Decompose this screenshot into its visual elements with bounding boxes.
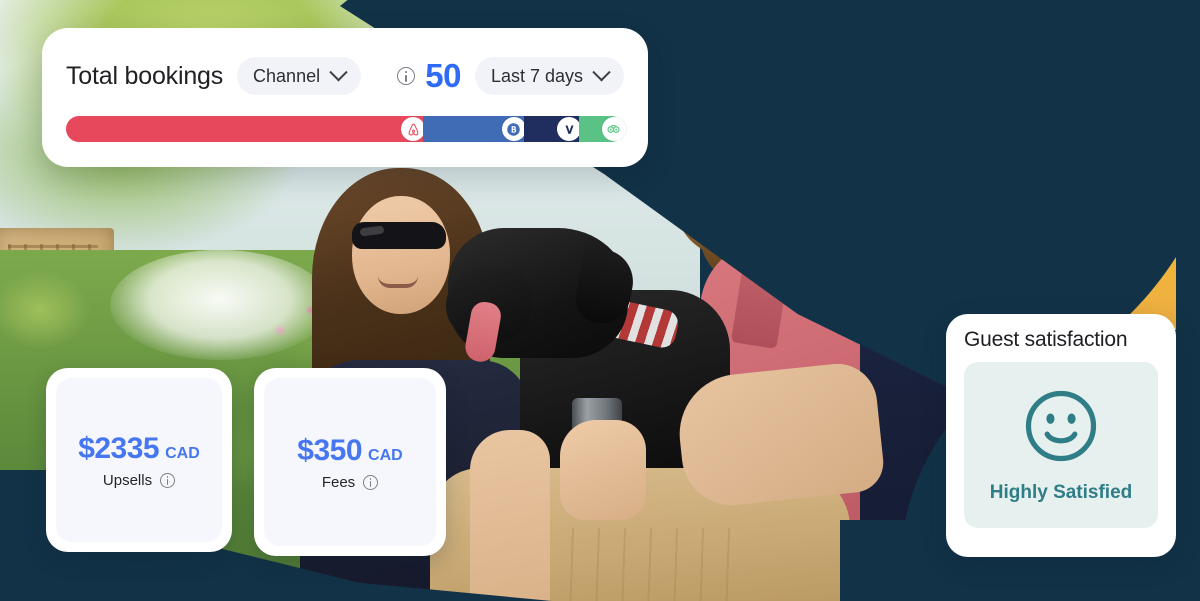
bar-segment-tripadvisor[interactable] (579, 116, 626, 142)
date-range-dropdown[interactable]: Last 7 days (474, 57, 624, 95)
photo-woman-sunglasses (352, 222, 446, 249)
stat-card-fees[interactable]: $350 CAD Fees (254, 368, 446, 556)
guest-satisfaction-card: Guest satisfaction Highly Satisfied (946, 314, 1176, 557)
stat-amount: $350 (297, 433, 363, 467)
tripadvisor-icon (601, 117, 626, 141)
info-icon[interactable] (363, 474, 379, 490)
chevron-down-icon (329, 62, 348, 81)
stat-label: Fees (321, 473, 356, 491)
bar-segment-airbnb[interactable] (66, 116, 426, 142)
stat-label-row: Upsells (102, 471, 176, 489)
channel-filter-label: Channel (253, 65, 321, 86)
total-bookings-header: Total bookings Channel 50 Last 7 days (66, 54, 624, 98)
stat-label: Upsells (102, 471, 153, 489)
chevron-down-icon (592, 62, 611, 81)
smiley-face-icon (1022, 387, 1100, 470)
channel-filter-dropdown[interactable]: Channel (237, 57, 362, 95)
dashboard-hero: Total bookings Channel 50 Last 7 days $2… (0, 0, 1200, 601)
airbnb-icon (401, 117, 426, 141)
guest-satisfaction-body: Highly Satisfied (964, 362, 1158, 528)
bookings-stacked-bar[interactable] (66, 116, 626, 142)
photo-highlight (110, 250, 330, 360)
photo-woman-arm (470, 430, 550, 601)
stat-label-row: Fees (321, 473, 379, 491)
vrbo-icon (557, 117, 582, 141)
bar-segment-bookingcom[interactable] (423, 116, 526, 142)
stat-amount-row: $2335 CAD (78, 432, 200, 466)
info-icon[interactable] (397, 67, 416, 85)
info-icon[interactable] (160, 472, 176, 488)
bar-segment-vrbo[interactable] (523, 116, 582, 142)
guest-satisfaction-title: Guest satisfaction (964, 328, 1128, 351)
stat-card-body: $2335 CAD Upsells (56, 378, 222, 542)
page-title: Total bookings (66, 61, 224, 90)
stat-amount-row: $350 CAD (297, 434, 402, 468)
total-bookings-card: Total bookings Channel 50 Last 7 days (42, 28, 648, 167)
date-range-label: Last 7 days (490, 65, 583, 86)
photo-woman-face (352, 196, 450, 314)
photo-man-hand (560, 420, 646, 520)
guest-satisfaction-rating: Highly Satisfied (989, 481, 1133, 503)
stat-currency: CAD (165, 444, 200, 462)
photo-woman-smile (378, 276, 418, 288)
stat-card-body: $350 CAD Fees (264, 378, 436, 546)
stat-currency: CAD (368, 446, 403, 464)
total-bookings-value: 50 (425, 57, 461, 94)
stat-amount: $2335 (78, 431, 160, 465)
stat-card-upsells[interactable]: $2335 CAD Upsells (46, 368, 232, 552)
booking-icon (501, 117, 526, 141)
brand-shape-right-edge (1176, 0, 1200, 601)
